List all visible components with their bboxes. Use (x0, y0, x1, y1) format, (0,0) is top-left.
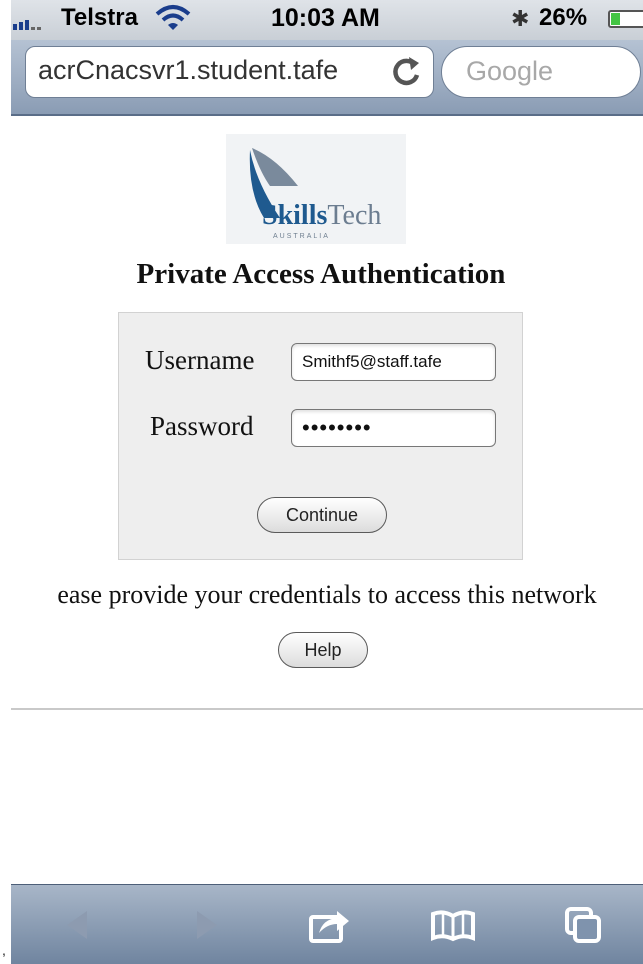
battery-fill (611, 13, 620, 25)
username-field[interactable]: Smithf5@staff.tafe (291, 343, 496, 381)
continue-button[interactable]: Continue (257, 497, 387, 533)
login-form: Username Smithf5@staff.tafe Password •••… (118, 312, 523, 560)
search-input[interactable]: Google (441, 46, 641, 98)
page-content: SkillsTech AUSTRALIA Private Access Auth… (11, 116, 643, 884)
url-fade (343, 47, 383, 97)
logo-subtitle: AUSTRALIA (273, 233, 330, 240)
share-icon[interactable] (301, 899, 357, 951)
carrier-name: Telstra (61, 4, 138, 31)
password-label: Password (150, 411, 254, 441)
logo-name-bold: Skills (262, 200, 328, 231)
browser-address-bar: acrCnacsvr1.student.tafe Google (11, 40, 643, 116)
forward-icon[interactable] (177, 899, 233, 951)
url-field[interactable]: acrCnacsvr1.student.tafe (25, 46, 434, 98)
battery-percent: 26% (539, 4, 588, 31)
divider (11, 708, 643, 710)
logo-wordmark: SkillsTech (262, 200, 381, 232)
bluetooth-icon: ✱ (511, 6, 530, 31)
clock: 10:03 AM (271, 4, 380, 32)
page-title: Private Access Authentication (136, 258, 506, 290)
tabs-icon[interactable] (555, 899, 611, 951)
reload-icon[interactable] (385, 51, 427, 93)
logo-name-regular: Tech (327, 200, 382, 231)
left-margin (0, 0, 11, 964)
bookmarks-icon[interactable] (425, 899, 481, 951)
battery-icon (608, 10, 643, 28)
corner-mark: , (2, 942, 6, 958)
status-bar: Telstra 10:03 AM ✱ 26% (11, 0, 643, 40)
wifi-icon (155, 5, 191, 30)
browser-toolbar (11, 884, 643, 964)
signal-bars-icon (13, 20, 41, 30)
help-button[interactable]: Help (278, 632, 368, 668)
instruction-text: ease provide your credentials to access … (57, 580, 597, 609)
username-label: Username (145, 345, 255, 375)
phone-screen: Telstra 10:03 AM ✱ 26% acrCnacsvr1.stude… (11, 0, 643, 964)
search-placeholder: Google (466, 56, 554, 86)
skillstech-logo: SkillsTech AUSTRALIA (226, 134, 406, 244)
password-field[interactable]: •••••••• (291, 409, 496, 447)
back-icon[interactable] (51, 899, 107, 951)
